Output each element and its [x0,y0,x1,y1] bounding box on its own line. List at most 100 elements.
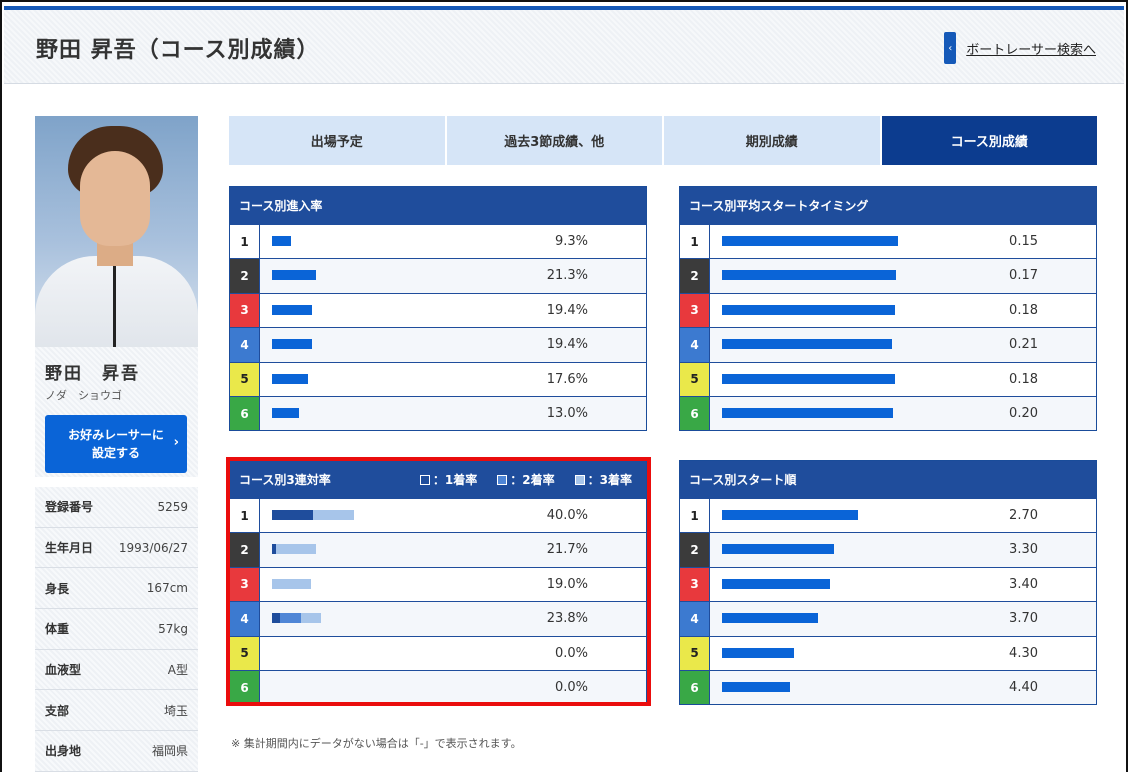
value-label: 19.4% [546,337,588,353]
course-row: 2 3.30 [680,532,1096,567]
bar-segment [276,544,317,555]
lane-number: 6 [680,396,710,431]
value-bar [272,613,321,624]
set-favorite-racer-button[interactable]: お好みレーサーに 設定する › [45,415,187,473]
tab-1[interactable]: 出場予定 [229,116,445,165]
course-row: 5 0.0% [230,635,646,670]
course-row: 1 9.3% [230,224,646,259]
info-value: 5259 [157,499,188,514]
course-row: 3 0.18 [680,292,1096,328]
lane-number: 3 [230,567,260,602]
value-label: 0.15 [1009,234,1038,249]
racer-profile: 野田 昇吾 ノダ ショウゴ お好みレーサーに 設定する › 登録番号 5259 生年… [35,116,198,772]
course-row: 5 0.18 [680,361,1096,396]
legend-item: ：1着率 [419,471,477,488]
tab-4[interactable]: コース別成績 [881,116,1097,165]
info-row: 登録番号 5259 [35,487,198,528]
lane-number: 4 [680,602,710,636]
info-value: 57kg [158,621,188,636]
value-bar [722,544,834,555]
lane-number: 6 [230,670,260,705]
bar-segment [272,407,299,418]
bar-segment [722,304,896,315]
value-label: 0.18 [1009,302,1038,318]
bar-segment [272,304,312,315]
lane-number: 1 [230,499,260,533]
bar-segment [722,339,893,350]
bar-segment [722,407,894,418]
racer-photo [35,116,198,347]
info-row: 血液型 A型 [35,650,198,691]
lane-number: 1 [230,225,260,259]
course-row: 5 17.6% [230,361,646,396]
bar-segment [722,510,858,520]
lane-number: 5 [680,636,710,670]
info-key: 血液型 [45,663,82,678]
course-row: 3 3.40 [680,566,1096,602]
lane-number: 4 [230,602,260,636]
value-bar [272,578,311,589]
value-bar [272,236,292,246]
info-value: 1993/06/27 [118,540,188,555]
start-timing-panel: コース別平均スタートタイミング 1 0.15 2 0.17 3 0.18 4 0.21 5 0.1… [679,186,1097,432]
info-key: 出身地 [45,744,82,759]
value-label: 4.40 [1009,679,1038,695]
value-bar [722,407,894,418]
value-label: 40.0% [546,508,588,523]
chevron-left-icon: ‹ [944,32,957,64]
course-row: 4 19.4% [230,327,646,362]
info-key: 身長 [45,581,70,596]
value-bar [722,373,896,384]
value-bar [272,304,312,315]
info-row: 生年月日 1993/06/27 [35,528,198,569]
start-order-panel: コース別スタート順 1 2.70 2 3.30 3 3.40 4 3.70 5 4.30 6 4.40 [679,460,1097,706]
value-label: 0.18 [1009,371,1038,387]
racer-name-box: 野田 昇吾 ノダ ショウゴ お好みレーサーに 設定する › [35,347,198,477]
lane-number: 5 [230,636,260,670]
bar-segment [272,373,309,384]
value-label: 0.0% [554,645,588,661]
lane-number: 6 [230,396,260,431]
tab-3[interactable]: 期別成績 [664,116,880,165]
info-key: 登録番号 [45,500,94,515]
value-label: 3.30 [1009,542,1038,558]
legend-item: ：3着率 [574,471,632,488]
value-bar [272,373,309,384]
value-label: 23.8% [546,611,588,627]
value-bar [722,236,898,246]
bar-segment [722,544,834,555]
course-row: 2 21.7% [230,532,646,567]
bar-segment [300,613,321,624]
racer-kana: ノダ ショウゴ [45,389,122,402]
value-bar [722,270,897,281]
value-bar [722,681,790,692]
value-label: 0.0% [554,679,588,695]
bar-segment [722,681,790,692]
stats-tabs: 出場予定 過去3節成績、他 期別成績 コース別成績 [229,116,1097,165]
bar-segment [722,647,794,658]
course-row: 6 4.40 [680,669,1096,705]
value-bar [272,270,316,281]
racer-name: 野田 昇吾 [45,364,140,384]
bar-segment [280,613,301,624]
tab-2[interactable]: 過去3節成績、他 [446,116,662,165]
value-label: 13.0% [546,405,588,421]
value-bar [722,304,896,315]
info-key: 支部 [45,703,70,718]
course-row: 4 23.8% [230,601,646,636]
racer-search-link[interactable]: ‹ ボートレーサー検索へ [944,32,1096,64]
lane-number: 4 [230,328,260,362]
value-bar [272,339,312,350]
bar-segment [272,236,292,246]
info-row: 体重 57kg [35,609,198,650]
info-value: A型 [167,663,188,678]
entry-rate-title: コース別進入率 [239,199,323,213]
value-bar [272,510,354,520]
value-bar [272,407,299,418]
legend-swatch [574,475,585,485]
bar-segment [722,613,818,624]
lane-number: 4 [680,328,710,362]
course-row: 3 19.4% [230,292,646,328]
lane-number: 5 [230,362,260,396]
value-label: 19.4% [546,302,588,318]
